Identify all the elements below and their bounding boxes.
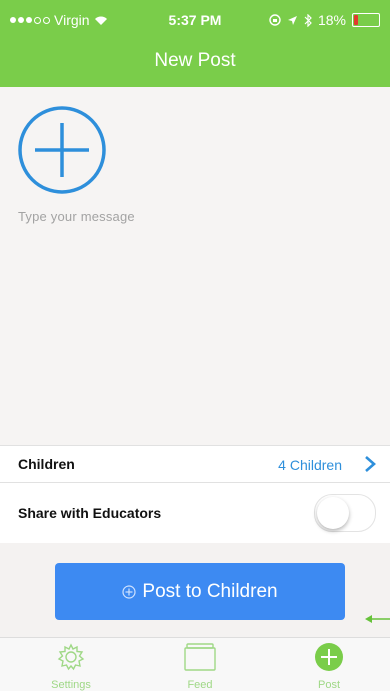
battery-icon [352,13,380,27]
status-bar: Virgin 5:37 PM 18% [0,0,390,40]
share-educators-row: Share with Educators [0,482,390,543]
children-count[interactable]: 4 Children [278,457,342,473]
tab-post[interactable]: Post [289,642,369,691]
chevron-right-icon[interactable] [362,454,378,474]
tab-bar: Settings Feed Post [0,637,390,691]
post-to-children-button[interactable]: Post to Children [55,563,345,620]
children-label: Children [18,456,75,472]
add-photo-button[interactable] [17,105,107,195]
status-right: 18% [269,12,380,28]
plus-circle-icon [315,643,343,671]
tab-settings[interactable]: Settings [31,642,111,691]
toggle-knob [317,497,349,529]
tab-settings-label: Settings [51,679,91,691]
tab-feed[interactable]: Feed [160,642,240,691]
action-area: Post to Children [0,543,390,637]
compose-area: Type your message [0,87,390,445]
header: Virgin 5:37 PM 18% New Post [0,0,390,87]
page-title: New Post [154,50,236,71]
location-icon [287,15,297,25]
gear-icon [57,643,85,671]
tab-post-label: Post [317,679,340,691]
arrow-left-icon [365,615,390,623]
lock-rotation-icon [269,14,281,26]
battery-percent: 18% [317,12,346,28]
plus-circle-icon[interactable] [17,105,107,195]
post-button-label: Post to Children [142,580,278,602]
feed-icon [184,643,216,671]
tab-feed-label: Feed [187,679,213,691]
share-educators-toggle[interactable] [314,494,376,532]
children-row[interactable]: Children 4 Children [0,445,390,483]
bluetooth-icon [304,13,312,27]
plus-circle-small-icon [122,584,137,599]
message-input[interactable]: Type your message [18,209,368,224]
share-educators-label: Share with Educators [18,505,162,521]
